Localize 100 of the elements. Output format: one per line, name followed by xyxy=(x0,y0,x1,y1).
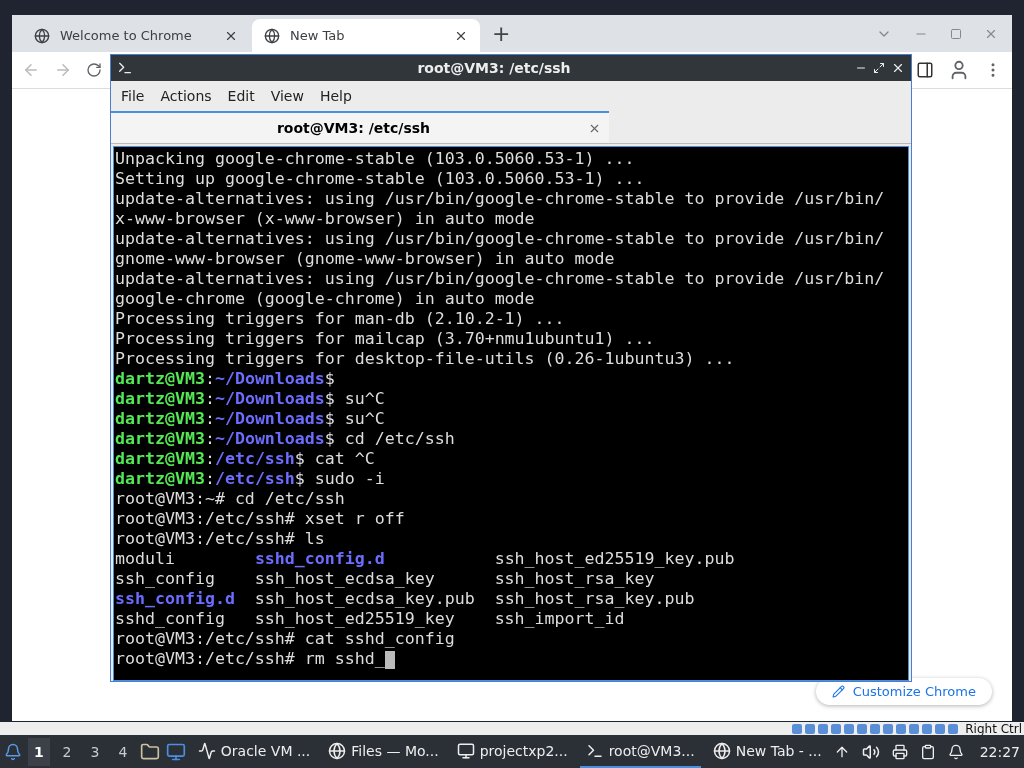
printer-icon[interactable] xyxy=(891,743,908,760)
status-icon xyxy=(831,723,842,734)
app-icon xyxy=(328,741,347,760)
terminal-text: moduli xyxy=(115,549,176,568)
status-icon xyxy=(792,723,803,734)
taskbar-task[interactable]: New Tab - ... xyxy=(706,735,828,768)
maximize-icon[interactable] xyxy=(873,62,885,74)
terminal-text: ssh_config.d xyxy=(115,589,235,608)
terminal-text: /etc/ssh xyxy=(214,449,295,468)
terminal-text: root@VM3:/etc/ssh# cat sshd_config xyxy=(115,629,455,648)
menu-item[interactable]: View xyxy=(264,86,310,106)
terminal-text: ssh_host_ed25519_key.pub xyxy=(493,549,735,568)
status-icon xyxy=(883,723,894,734)
taskbar-task[interactable]: Files — Mo... xyxy=(322,735,445,768)
terminal-text: $ su^C xyxy=(324,409,385,428)
terminal-text: dartz@VM3 xyxy=(115,409,205,428)
volume-icon[interactable] xyxy=(861,742,880,761)
close-icon[interactable] xyxy=(891,61,905,75)
menu-item[interactable]: File xyxy=(115,86,151,106)
workspace-button[interactable]: 2 xyxy=(55,737,78,766)
taskbar-task[interactable]: projectxp2... xyxy=(450,735,574,768)
terminal-text: $ cd /etc/ssh xyxy=(324,429,455,448)
browser-tab[interactable]: Welcome to Chrome xyxy=(22,19,250,52)
terminal-text: ssh_config ssh_host_ecdsa_key ssh_host_rsa_key xyxy=(115,569,655,588)
status-icon xyxy=(935,723,946,734)
reload-icon[interactable] xyxy=(86,62,102,78)
terminal-text: sshd_config.d xyxy=(254,549,385,568)
status-icon xyxy=(948,723,959,734)
notification-icon[interactable] xyxy=(947,743,964,760)
terminal-text: gnome-www-browser (gnome-www-browser) in auto mode xyxy=(115,249,615,268)
status-icon xyxy=(870,723,881,734)
terminal-text: : xyxy=(204,369,215,388)
terminal-text: Processing triggers for mailcap (3.70+nmu1ubuntu1) ... xyxy=(115,329,655,348)
terminal-text: root@VM3:~# cd /etc/ssh xyxy=(115,489,345,508)
globe-icon xyxy=(264,27,280,44)
terminal-text: x-www-browser (x-www-browser) in auto mode xyxy=(115,209,535,228)
terminal-text: google-chrome (google-chrome) in auto mode xyxy=(115,289,535,308)
status-icon xyxy=(818,723,829,734)
terminal-text: $ su^C xyxy=(324,389,385,408)
terminal-icon xyxy=(117,60,133,76)
status-icon xyxy=(922,723,933,734)
desktop-icon[interactable] xyxy=(165,741,186,762)
host-key-label: Right Ctrl xyxy=(965,721,1022,736)
globe-icon xyxy=(34,27,50,44)
menu-item[interactable]: Help xyxy=(313,86,358,106)
terminal-text: $ xyxy=(324,369,335,388)
terminal-text: update-alternatives: using /usr/bin/google-chrome-stable to provide /usr/bin/ xyxy=(115,269,885,288)
workspace-button[interactable]: 3 xyxy=(83,737,106,766)
text-cursor xyxy=(384,651,395,669)
terminal-text: dartz@VM3 xyxy=(115,389,205,408)
app-icon xyxy=(456,741,475,760)
terminal-text: ssh_host_ecdsa_key.pub ssh_host_rsa_key.pub xyxy=(253,589,695,608)
status-icon xyxy=(857,723,868,734)
terminal-text: root@VM3:/etc/ssh# xset r off xyxy=(115,509,405,528)
terminal-text: $ cat ^C xyxy=(294,449,375,468)
terminal-text: : xyxy=(204,469,215,488)
menu-item[interactable]: Actions xyxy=(154,86,218,106)
terminal-text: sshd_config ssh_host_ed25519_key ssh_import_id xyxy=(115,609,625,628)
terminal-text: : xyxy=(204,449,215,468)
terminal-text: Setting up google-chrome-stable (103.0.5060.53-1) ... xyxy=(115,169,645,188)
terminal-text: ~/Downloads xyxy=(214,389,325,408)
status-icon xyxy=(896,723,907,734)
pencil-icon xyxy=(831,685,845,698)
status-icon xyxy=(805,723,816,734)
menu-item[interactable]: Edit xyxy=(221,86,261,106)
terminal-text: update-alternatives: using /usr/bin/google-chrome-stable to provide /usr/bin/ xyxy=(115,189,885,208)
terminal-text: root@VM3:/etc/ssh# ls xyxy=(115,529,325,548)
terminal-text: : xyxy=(204,429,215,448)
clipboard-icon[interactable] xyxy=(919,743,936,760)
workspace-button[interactable]: 4 xyxy=(111,737,134,766)
terminal-tab[interactable]: root@VM3: /etc/ssh xyxy=(111,111,609,143)
app-icon xyxy=(712,741,731,760)
app-icon xyxy=(197,741,216,760)
folder-icon[interactable] xyxy=(139,741,160,762)
taskbar-task[interactable]: Oracle VM ... xyxy=(191,735,317,768)
workspace-button[interactable]: 1 xyxy=(27,737,50,766)
terminal-text: dartz@VM3 xyxy=(115,369,205,388)
browser-tab[interactable]: New Tab xyxy=(252,19,480,52)
terminal-text: Processing triggers for desktop-file-utils (0.26-1ubuntu3) ... xyxy=(115,349,735,368)
terminal-text: dartz@VM3 xyxy=(115,429,205,448)
status-icon xyxy=(909,723,920,734)
terminal-text: : xyxy=(204,389,215,408)
terminal-text: Processing triggers for man-db (2.10.2-1) ... xyxy=(115,309,565,328)
customize-chrome-button[interactable]: Customize Chrome xyxy=(815,678,992,705)
terminal-text: : xyxy=(204,409,215,428)
taskbar-task[interactable]: root@VM3... xyxy=(579,735,701,768)
status-icon xyxy=(844,723,855,734)
new-tab-button[interactable]: + xyxy=(492,21,511,46)
terminal-text: dartz@VM3 xyxy=(115,469,205,488)
terminal-text: update-alternatives: using /usr/bin/google-chrome-stable to provide /usr/bin/ xyxy=(115,229,885,248)
terminal-text: ~/Downloads xyxy=(214,369,325,388)
terminal-text: $ sudo -i xyxy=(294,469,385,488)
clock: 22:27 xyxy=(979,743,1020,760)
terminal-text: Unpacking google-chrome-stable (103.0.5060.53-1) ... xyxy=(115,149,635,168)
terminal-text: /etc/ssh xyxy=(214,469,295,488)
terminal-text: dartz@VM3 xyxy=(115,449,205,468)
terminal-text: root@VM3:/etc/ssh# rm sshd_ xyxy=(115,649,385,668)
side-panel-icon[interactable] xyxy=(916,61,934,79)
terminal-text: ~/Downloads xyxy=(214,429,325,448)
terminal-text: ~/Downloads xyxy=(214,409,325,428)
